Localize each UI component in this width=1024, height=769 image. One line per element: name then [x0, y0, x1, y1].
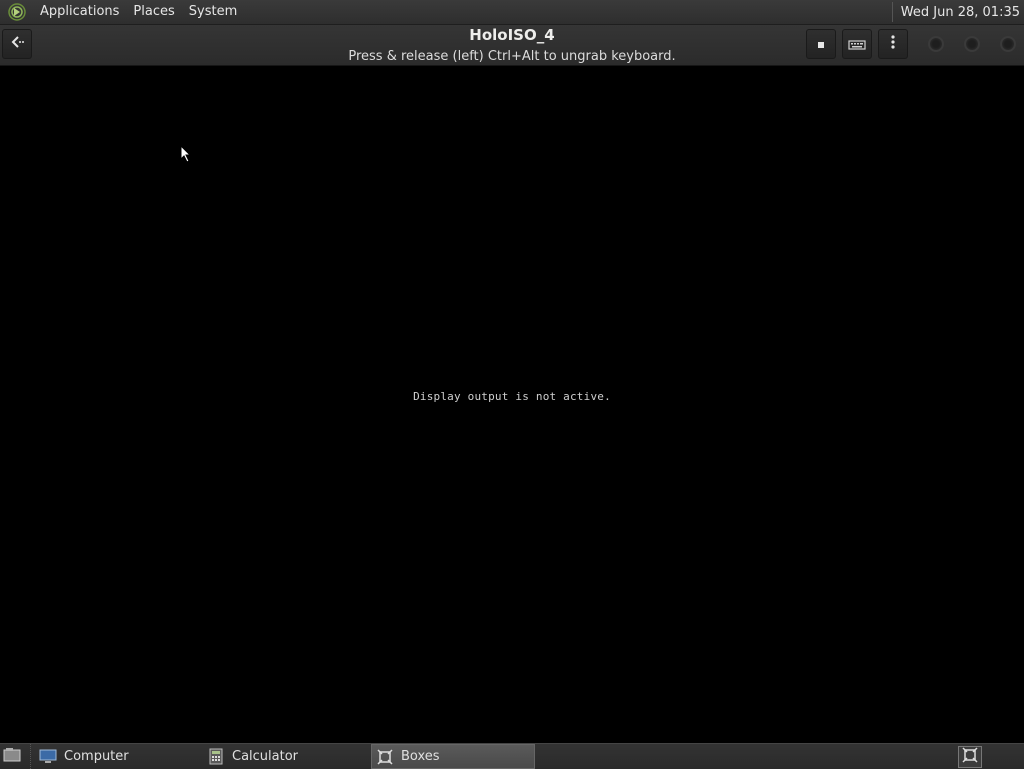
close-window-button[interactable] [1000, 36, 1016, 52]
send-keys-button[interactable] [842, 29, 872, 59]
more-options-button[interactable] [878, 29, 908, 59]
show-desktop-button[interactable] [0, 744, 24, 769]
system-menu[interactable]: System [182, 0, 244, 24]
task-label: Boxes [401, 749, 440, 764]
computer-icon [39, 748, 57, 766]
task-computer[interactable]: Computer [35, 744, 199, 769]
display-status-message: Display output is not active. [413, 390, 611, 403]
maximize-window-button[interactable] [964, 36, 980, 52]
places-menu[interactable]: Places [126, 0, 181, 24]
distro-logo-icon[interactable] [7, 2, 27, 22]
stop-icon [816, 35, 826, 54]
applications-menu[interactable]: Applications [33, 0, 126, 24]
task-label: Calculator [232, 749, 299, 764]
task-boxes[interactable]: Boxes [371, 744, 535, 769]
boxes-headerbar: HoloISO_4 Press & release (left) Ctrl+Al… [0, 25, 1024, 66]
minimize-window-button[interactable] [928, 36, 944, 52]
boxes-workspace-icon [962, 746, 978, 767]
vm-display[interactable]: Display output is not active. [0, 66, 1024, 743]
mouse-pointer-icon [180, 144, 192, 167]
calculator-icon [207, 748, 225, 766]
stop-button[interactable] [806, 29, 836, 59]
show-desktop-icon [3, 747, 21, 767]
task-calculator[interactable]: Calculator [203, 744, 367, 769]
boxes-icon [376, 748, 394, 766]
bottom-taskbar: Computer Calculator Boxes [0, 743, 1024, 769]
keyboard-icon [848, 35, 866, 54]
task-label: Computer [64, 749, 129, 764]
clock[interactable]: Wed Jun 28, 01:35 [901, 5, 1024, 20]
kebab-menu-icon [890, 34, 896, 54]
workspace-switcher[interactable] [958, 745, 982, 768]
top-panel: Applications Places System Wed Jun 28, 0… [0, 0, 1024, 25]
